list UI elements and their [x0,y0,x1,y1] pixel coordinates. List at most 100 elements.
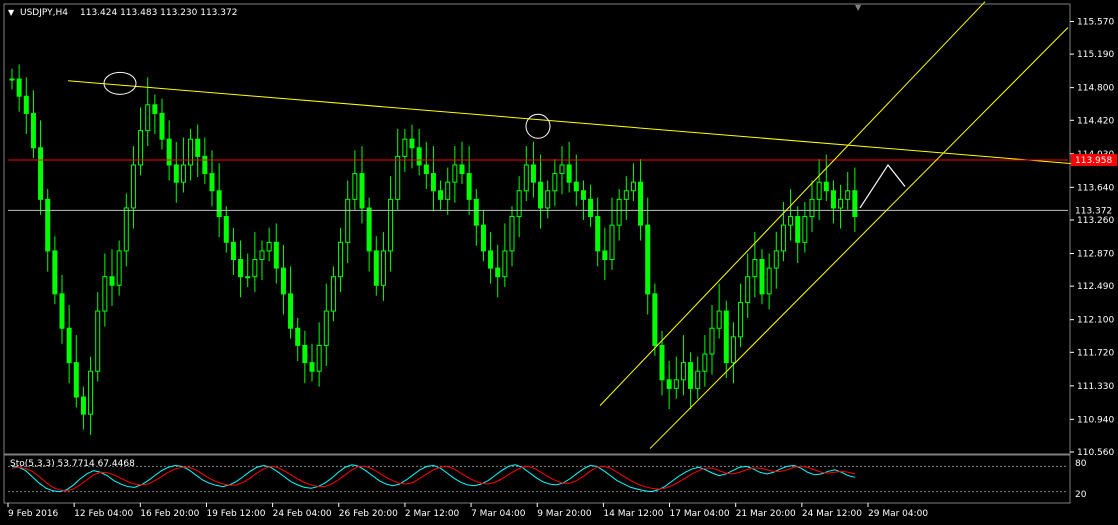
candle-body [423,164,429,175]
time-tick-label: 9 Feb 2016 [8,509,59,519]
candle-body [802,216,808,243]
candle-body [823,181,829,192]
candle-body [52,250,58,295]
candle-body [552,173,558,192]
price-tick-label: 115.190 [1077,50,1114,60]
candle-body [416,147,422,166]
price-tick-label: 115.570 [1077,17,1114,27]
price-tick-label: 114.800 [1077,84,1114,94]
candle-body [580,190,586,200]
candle-body [123,207,129,252]
candle-body [366,207,372,252]
candle-body [459,164,465,175]
candle-body [388,198,394,252]
candle-body [452,164,458,183]
time-tick-label: 9 Mar 20:00 [537,509,592,519]
candle-body [45,198,51,252]
candle-body [380,250,386,286]
candle-body [402,138,408,157]
price-tick-label: 110.940 [1077,415,1114,425]
candle-body [630,181,636,192]
price-tick-label: 112.100 [1077,316,1114,326]
time-tick-label: 24 Feb 04:00 [273,509,332,519]
time-tick-label: 19 Feb 12:00 [206,509,265,519]
stochastic-level-20: 20 [1075,490,1087,500]
price-tick-label: 110.560 [1077,448,1114,458]
candle-body [309,362,315,372]
candle-body [488,250,494,269]
candle-body [88,370,94,415]
candle-body [473,198,479,226]
candle-body [559,164,565,175]
time-tick-label: 21 Mar 20:00 [736,509,796,519]
candle-body [545,190,551,209]
candle-body [188,138,194,166]
candle-body [588,198,594,218]
candle-body [830,190,836,209]
time-tick-label: 24 Mar 12:00 [802,509,862,519]
candle-body [759,259,765,295]
candle-body [652,293,658,346]
candle-body [566,164,572,183]
candle-body [345,198,351,243]
candle-body [852,190,858,218]
candle-body [773,250,779,269]
candle-body [602,250,608,261]
candle-body [502,250,508,278]
header-ohlc: 113.424 113.483 113.230 113.372 [80,8,237,18]
resistance-price-tag: 113.958 [1075,156,1112,166]
candle-body [30,112,36,149]
candle-body [695,370,701,389]
current-price-tag: 113.372 [1075,206,1112,216]
candle-body [409,138,415,149]
candle-body [816,181,822,200]
candle-body [238,259,244,278]
candle-body [445,181,451,200]
candle-body [480,224,486,252]
candle-body [95,310,101,372]
candle-body [230,241,236,261]
candle-body [730,336,736,364]
scroll-marker-icon[interactable]: ▼ [855,3,862,12]
candle-body [259,250,265,261]
candle-body [709,327,715,355]
candle-body [780,224,786,252]
candle-body [745,276,751,303]
candle-body [9,78,15,81]
candle-body [80,396,86,415]
candle-body [766,267,772,295]
candle-body [638,181,644,226]
candle-body [252,259,258,278]
candle-body [359,173,365,209]
stochastic-level-80: 80 [1075,459,1087,469]
candle-body [530,164,536,183]
candle-body [23,95,29,114]
candle-body [495,267,501,278]
candle-body [166,138,172,166]
time-tick-label: 7 Mar 04:00 [471,509,526,519]
candle-body [702,353,708,372]
chart-background [0,0,1118,525]
candle-body [116,250,122,286]
chart-root: ▼ USDJPY,H4 113.424 113.483 113.230 113.… [0,0,1118,525]
price-tick-label: 114.420 [1077,116,1114,126]
candle-body [395,155,401,200]
candle-body [330,276,336,312]
candle-body [623,190,629,200]
candle-body [373,250,379,286]
candle-body [466,173,472,200]
candle-body [788,216,794,226]
candle-body [180,164,186,183]
price-tick-label: 111.720 [1077,348,1114,358]
candle-body [688,362,694,389]
candle-body [838,198,844,209]
candle-body [16,78,22,97]
stochastic-label: Sto(5,3,3) 53.7714 67.4468 [10,459,135,469]
collapse-triangle-icon[interactable]: ▼ [8,8,15,17]
candle-body [666,379,672,389]
time-tick-label: 16 Feb 20:00 [140,509,199,519]
price-tick-label: 113.640 [1077,183,1114,193]
candle-body [573,181,579,192]
candle-body [323,310,329,346]
candle-body [273,241,279,269]
